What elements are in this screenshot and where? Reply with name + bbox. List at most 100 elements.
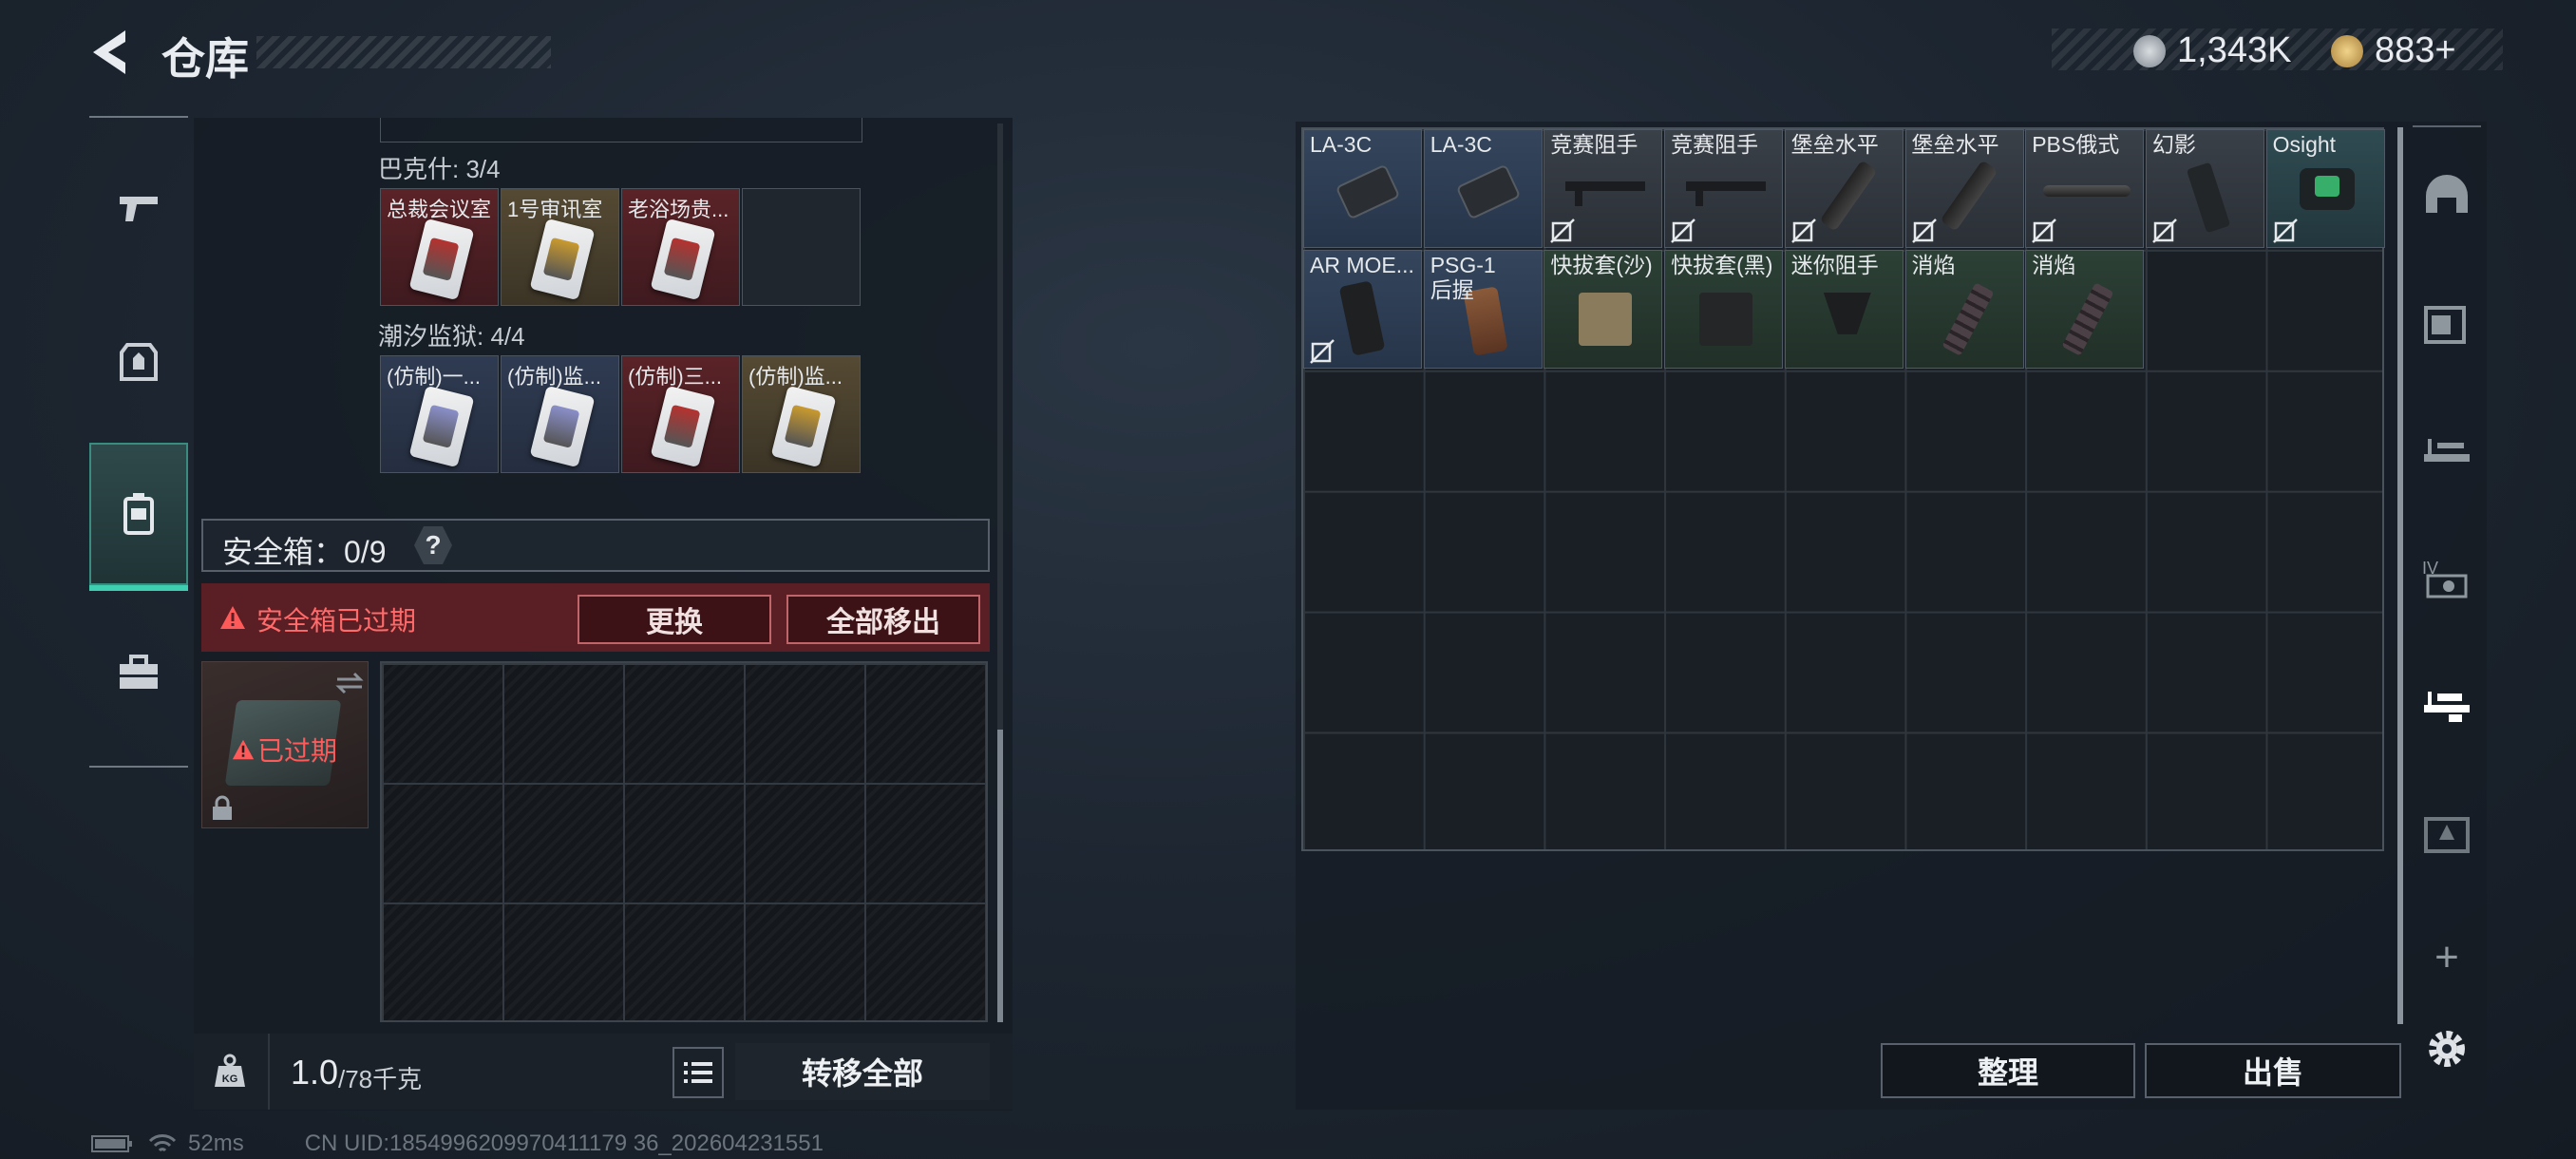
toolbox-icon [120,655,158,689]
armor-rig-icon [2424,306,2466,344]
rail-gun-rack[interactable] [2416,422,2477,483]
storage-item[interactable]: LA-3C [1423,129,1543,248]
item-label: LA-3C [1310,132,1373,157]
storage-item[interactable]: 竞赛阻手 [1544,129,1663,248]
item-label: 消焰 [1911,252,1956,277]
locked-item-icon [1310,339,1335,364]
item-label: 幻影 [2151,132,2196,157]
armor-icon [120,343,158,381]
divider [268,1034,270,1110]
gear-icon [2429,1031,2465,1067]
lock-icon [213,795,232,820]
left-footer: KG 1.0 /78千克 转移全部 [194,1034,1013,1110]
storage-category-rail: IV + [2413,125,2481,980]
storage-item[interactable]: 快拔套(沙) [1544,249,1663,369]
storage-item[interactable]: AR MOE... [1303,249,1422,369]
storage-item[interactable]: 快拔套(黑) [1664,249,1784,369]
empty-key-slot[interactable] [742,188,861,306]
storage-scrollbar[interactable] [2397,127,2403,1024]
key-card-label: 1号审讯室 [507,198,603,221]
remove-all-button[interactable]: 全部移出 [786,595,980,644]
pistol-icon [120,197,158,221]
safe-box-item[interactable]: 已过期 [201,661,369,828]
locked-item-icon [2272,218,2298,243]
expired-badge: 已过期 [231,731,337,769]
weight-icon: KG [215,1054,245,1087]
key-group-title: 潮汐监狱: 4/4 [378,322,525,351]
back-button[interactable] [87,27,139,78]
loot-crate-icon [2424,817,2470,853]
wifi-icon [148,1134,177,1152]
rail-armor-rig[interactable] [2416,294,2477,355]
locked-item-icon [2032,218,2057,243]
rail-weapons[interactable] [89,137,188,279]
locked-item-icon [1911,218,1937,243]
sell-button[interactable]: 出售 [2145,1043,2401,1098]
storage-item[interactable]: 竞赛阻手 [1664,129,1784,248]
key-card-label: 总裁会议室 [387,198,492,221]
swap-icon [335,672,364,694]
storage-item[interactable]: Osight [2265,129,2385,248]
silver-coin-icon [2133,34,2166,67]
item-label: 快拔套(沙) [1550,252,1653,277]
storage-item[interactable]: 堡垒水平 [1784,129,1904,248]
key-card-slot[interactable]: (仿制)一... [380,355,499,473]
key-card-slot[interactable]: (仿制)监... [501,355,619,473]
warning-icon [232,739,255,760]
add-button[interactable]: + [2416,927,2477,988]
key-card-slot[interactable]: 老浴场贵... [621,188,740,306]
key-card-image [650,385,716,468]
silver-amount: 1,343K [2177,30,2292,70]
gun-rack-icon [2424,439,2470,462]
storage-item[interactable]: PBS俄式 [2025,129,2145,248]
silver-currency[interactable]: 1,343K [2133,30,2291,71]
list-button[interactable] [672,1047,724,1098]
weight-capacity: /78千克 [338,1065,423,1093]
locked-item-icon [1550,218,1576,243]
item-label: 快拔套(黑) [1671,252,1773,277]
key-card-label: (仿制)一... [387,365,481,389]
list-icon [684,1062,712,1083]
expired-text: 已过期 [257,736,338,766]
key-card-label: (仿制)三... [628,365,722,389]
rail-scope-rack[interactable]: IV [2416,551,2477,612]
back-arrow-icon [93,30,125,74]
storage-item[interactable]: PSG-1 后握 [1423,249,1543,369]
storage-item[interactable]: 消焰 [1904,249,2024,369]
rail-armor[interactable] [89,291,188,433]
storage-item[interactable]: 迷你阻手 [1784,249,1904,369]
category-rail [89,116,188,768]
gold-coin-icon [2331,34,2363,67]
sort-button[interactable]: 整理 [1881,1043,2135,1098]
storage-item[interactable]: 堡垒水平 [1904,129,2024,248]
rail-loot-crate[interactable] [2416,802,2477,863]
rail-toolbox[interactable] [89,602,188,745]
rail-helmet[interactable] [2416,167,2477,228]
replace-button[interactable]: 更换 [578,595,771,644]
item-label: PSG-1 后握 [1430,252,1496,302]
settings-button[interactable] [2416,1018,2477,1079]
safe-box-grid[interactable] [380,661,988,1022]
key-card-slot[interactable]: 总裁会议室 [380,188,499,306]
transfer-all-button[interactable]: 转移全部 [735,1043,990,1100]
storage-item[interactable]: LA-3C [1303,129,1422,248]
rail-backpack[interactable] [89,443,188,591]
key-card-slot[interactable]: 1号审讯室 [501,188,619,306]
key-card-slot[interactable]: (仿制)监... [742,355,861,473]
storage-item[interactable]: 消焰 [2025,249,2145,369]
key-card-image [529,385,596,468]
status-bar: 52ms CN UID:1854996209970411179 36_20260… [91,1130,824,1157]
key-group-title: 巴克什: 3/4 [378,155,501,183]
gold-currency[interactable]: 883+ [2331,30,2456,71]
storage-item[interactable]: 幻影 [2145,129,2264,248]
key-card-label: 老浴场贵... [628,198,729,221]
help-button[interactable]: ? [414,526,452,564]
item-label: 消焰 [2032,252,2076,277]
item-label: 竞赛阻手 [1550,132,1638,157]
rail-weapon-mods[interactable] [2416,676,2477,737]
key-card-image [408,218,475,301]
key-card-slot[interactable]: (仿制)三... [621,355,740,473]
scope-rack-icon: IV [2422,559,2468,598]
key-card-label: (仿制)监... [507,365,601,389]
left-scroll-thumb[interactable] [997,730,1003,1022]
